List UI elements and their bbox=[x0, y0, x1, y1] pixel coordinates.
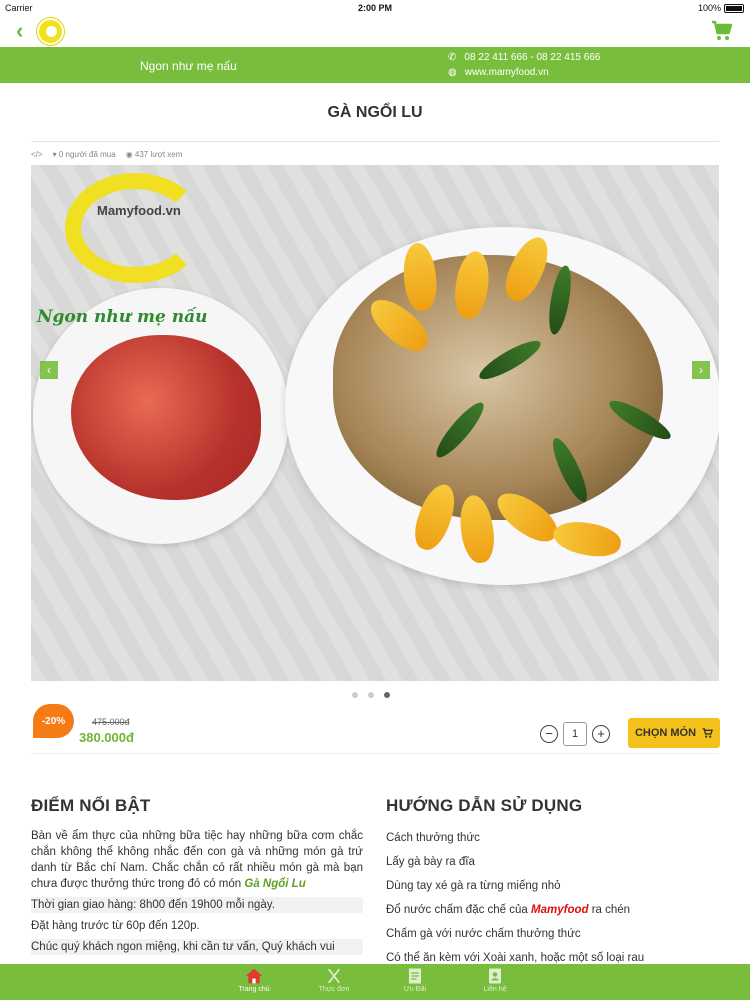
views-count: ◉ 437 lượt xem bbox=[126, 150, 183, 159]
product-image-carousel[interactable]: Mamyfood.vn Ngon như mẹ nấu ‹ › bbox=[31, 165, 719, 681]
brand-name: Mamyfood bbox=[531, 904, 589, 916]
logo-ring bbox=[65, 173, 205, 283]
phone-numbers: 08 22 411 666 - 08 22 415 666 bbox=[464, 52, 601, 63]
battery-percent: 100% bbox=[697, 3, 721, 13]
carousel-next-icon[interactable]: › bbox=[692, 361, 710, 379]
highlights-intro-text: Bàn về ẩm thực của những bữa tiệc hay nh… bbox=[31, 830, 363, 890]
highlights-title: ĐIỂM NỔI BẬT bbox=[31, 796, 151, 815]
closing-note: Chúc quý khách ngon miệng, khi cần tư vấ… bbox=[31, 939, 363, 955]
document-icon bbox=[409, 968, 421, 984]
highlights-intro: Bàn về ẩm thực của những bữa tiệc hay nh… bbox=[31, 828, 363, 892]
guide-content: Cách thưởng thức Lấy gà bày ra đĩa Dùng … bbox=[386, 830, 716, 974]
embed-code-icon[interactable]: </> bbox=[31, 150, 43, 159]
carousel-dot-active[interactable] bbox=[384, 692, 390, 698]
increase-quantity-button[interactable]: + bbox=[592, 725, 610, 743]
product-title: GÀ NGỔI LU bbox=[327, 104, 423, 121]
battery-icon bbox=[724, 3, 744, 13]
tab-deals[interactable]: Ưu Đãi bbox=[385, 967, 445, 993]
highlights-content: Bàn về ẩm thực của những bữa tiệc hay nh… bbox=[31, 828, 363, 960]
website-url: www.mamyfood.vn bbox=[464, 67, 549, 78]
product-meta: </> ▾ 0 người đã mua ◉ 437 lượt xem bbox=[31, 150, 182, 159]
guide-title: HƯỚNG DẪN SỬ DỤNG bbox=[386, 796, 583, 815]
decrease-quantity-button[interactable]: − bbox=[540, 725, 558, 743]
logo-text: Mamyfood.vn bbox=[97, 203, 181, 218]
tab-label: Ưu Đãi bbox=[403, 986, 427, 993]
tab-label: Thực đơn bbox=[318, 986, 350, 993]
guide-heading: Cách thưởng thức bbox=[386, 832, 480, 844]
mamyfood-logo: Mamyfood.vn bbox=[55, 173, 205, 283]
tab-contact[interactable]: Liên hệ bbox=[465, 967, 525, 993]
clock: 2:00 PM bbox=[357, 3, 392, 13]
logo-slogan: Ngon như mẹ nấu bbox=[37, 307, 208, 327]
carousel-prev-icon[interactable]: ‹ bbox=[40, 361, 58, 379]
carousel-dot[interactable] bbox=[368, 692, 374, 698]
phone-info[interactable]: ✆ 08 22 411 666 - 08 22 415 666 bbox=[448, 52, 600, 63]
guide-step: Chấm gà với nước chấm thưởng thức bbox=[386, 928, 581, 940]
carousel-indicator[interactable] bbox=[352, 692, 390, 698]
buyers-text: 0 người đã mua bbox=[58, 150, 116, 159]
discount-badge: -20% bbox=[33, 704, 74, 738]
phone-icon: ✆ bbox=[448, 52, 457, 63]
app-logo[interactable] bbox=[37, 18, 64, 45]
cart-small-icon: ▾ bbox=[52, 150, 57, 159]
sale-price: 380.000đ bbox=[79, 730, 134, 745]
status-bar: Carrier 2:00 PM 100% bbox=[0, 0, 750, 16]
quantity-value[interactable]: 1 bbox=[563, 722, 587, 746]
step-text: Đổ nước chấm đặc chế của bbox=[386, 904, 528, 916]
order-button[interactable]: CHỌN MÓN bbox=[628, 718, 720, 748]
original-price: 475.000đ bbox=[92, 717, 130, 727]
tab-home[interactable]: Trang chủ bbox=[224, 967, 284, 993]
utensils-icon bbox=[328, 968, 340, 984]
dish-name: Gà Ngổi Lu bbox=[244, 878, 306, 890]
section-divider bbox=[31, 753, 719, 754]
cart-button-icon bbox=[702, 728, 714, 738]
tab-label: Trang chủ bbox=[238, 986, 270, 993]
cart-icon[interactable] bbox=[710, 19, 734, 43]
globe-icon: ◍ bbox=[448, 67, 457, 78]
battery-indicator: 100% bbox=[698, 3, 744, 13]
home-icon bbox=[245, 968, 263, 984]
carousel-dot[interactable] bbox=[352, 692, 358, 698]
guide-step: Lấy gà bày ra đĩa bbox=[386, 856, 475, 868]
tab-bar: Trang chủ Thực đơn Ưu Đãi Liên hệ bbox=[0, 964, 750, 1000]
guide-step: Đổ nước chấm đặc chế của Mamyfood ra ché… bbox=[386, 902, 716, 918]
quantity-stepper: − 1 + bbox=[540, 722, 610, 746]
order-button-label: CHỌN MÓN bbox=[634, 727, 697, 739]
contact-icon bbox=[489, 968, 501, 984]
tab-label: Liên hệ bbox=[483, 986, 507, 993]
guide-step: Dùng tay xé gà ra từng miếng nhỏ bbox=[386, 880, 561, 892]
eye-icon: ◉ bbox=[125, 150, 133, 159]
step-text: ra chén bbox=[591, 904, 631, 916]
nav-bar: ‹ bbox=[0, 16, 750, 47]
back-icon[interactable]: ‹ bbox=[16, 20, 23, 42]
buyers-count: ▾ 0 người đã mua bbox=[53, 150, 116, 159]
preorder-time: Đặt hàng trước từ 60p đến 120p. bbox=[31, 920, 200, 932]
views-text: 437 lượt xem bbox=[134, 150, 183, 159]
delivery-time: Thời gian giao hàng: 8h00 đến 19h00 mỗi … bbox=[31, 897, 363, 913]
website-info[interactable]: ◍ www.mamyfood.vn bbox=[448, 67, 549, 78]
info-bar: Ngon như mẹ nấu ✆ 08 22 411 666 - 08 22 … bbox=[0, 47, 750, 83]
slogan-text: Ngon như mẹ nấu bbox=[140, 59, 237, 73]
title-divider bbox=[31, 141, 719, 142]
tab-menu[interactable]: Thực đơn bbox=[304, 967, 364, 993]
